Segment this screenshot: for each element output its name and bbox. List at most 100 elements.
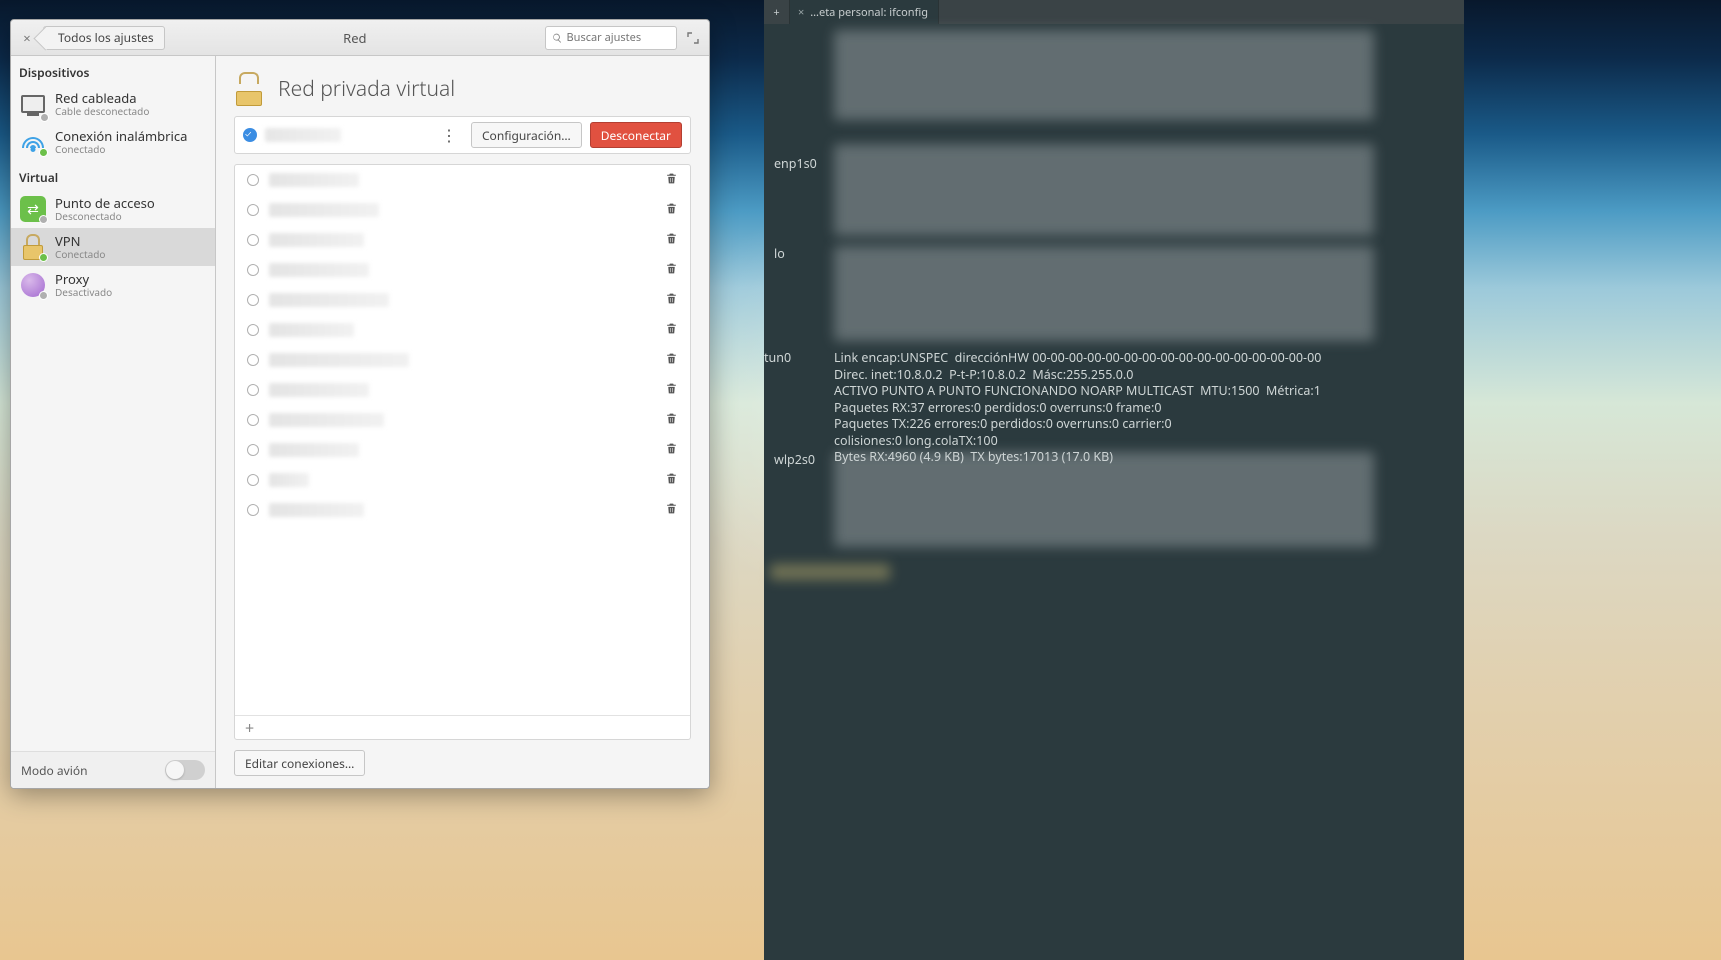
trash-icon[interactable] (665, 319, 678, 341)
connection-list: + (234, 164, 691, 740)
disconnect-button[interactable]: Desconectar (590, 122, 682, 148)
titlebar: × Todos los ajustes Red (11, 20, 709, 56)
radio-icon[interactable] (247, 174, 259, 186)
back-button-label: Todos los ajustes (58, 29, 154, 46)
iface-wlp2s0: wlp2s0 (774, 452, 834, 469)
connection-name (269, 323, 354, 337)
connection-name (269, 383, 369, 397)
trash-icon[interactable] (665, 349, 678, 371)
connection-row[interactable] (235, 345, 690, 375)
connection-row[interactable] (235, 255, 690, 285)
sidebar-item-wifi[interactable]: Conexión inalámbrica Conectado (11, 123, 215, 161)
back-button[interactable]: Todos los ajustes (43, 26, 165, 50)
radio-icon[interactable] (247, 264, 259, 276)
sidebar-header-virtual: Virtual (11, 161, 215, 190)
trash-icon[interactable] (665, 289, 678, 311)
connection-row[interactable] (235, 285, 690, 315)
connection-name (269, 413, 384, 427)
tun0-l5: Paquetes TX:226 errores:0 perdidos:0 ove… (834, 415, 1172, 432)
radio-icon[interactable] (247, 414, 259, 426)
trash-icon[interactable] (665, 499, 678, 521)
terminal-window: + × …eta personal: ifconfig enp1s0 lo tu… (764, 0, 1464, 960)
iface-lo: lo (774, 246, 834, 263)
radio-icon[interactable] (247, 474, 259, 486)
search-input[interactable] (567, 30, 670, 45)
connection-row[interactable] (235, 165, 690, 195)
airplane-mode-label: Modo avión (21, 762, 88, 779)
trash-icon[interactable] (665, 409, 678, 431)
trash-icon[interactable] (665, 379, 678, 401)
search-field[interactable] (545, 26, 677, 50)
kebab-icon[interactable]: ⋮ (441, 124, 457, 146)
connection-name (269, 293, 389, 307)
sidebar-item-sub: Desconectado (55, 211, 155, 223)
radio-icon[interactable] (247, 294, 259, 306)
iface-enp1s0: enp1s0 (774, 156, 834, 173)
terminal-body[interactable]: enp1s0 lo tun0Link encap:UNSPEC direcció… (764, 24, 1464, 960)
wired-icon (19, 90, 47, 118)
terminal-tab-close-icon[interactable]: × (798, 5, 804, 20)
lock-icon (234, 72, 264, 106)
iface-tun0: tun0 (764, 350, 834, 367)
connection-row[interactable] (235, 465, 690, 495)
connection-row[interactable] (235, 315, 690, 345)
sidebar-item-sub: Cable desconectado (55, 106, 149, 118)
terminal-tab-title: …eta personal: ifconfig (810, 5, 928, 20)
sidebar-item-sub: Conectado (55, 144, 187, 156)
connection-row[interactable] (235, 225, 690, 255)
maximize-icon[interactable] (683, 27, 703, 49)
radio-icon[interactable] (247, 324, 259, 336)
search-icon (552, 32, 563, 44)
sidebar-item-vpn[interactable]: VPN Conectado (11, 228, 215, 266)
connection-row[interactable] (235, 435, 690, 465)
active-connection-name (265, 128, 341, 142)
terminal-tabbar: + × …eta personal: ifconfig (764, 0, 1464, 24)
page-title: Red privada virtual (278, 75, 455, 103)
sidebar-item-sub: Conectado (55, 249, 105, 261)
tun0-l2: Direc. inet:10.8.0.2 P-t-P:10.8.0.2 Másc… (834, 366, 1133, 383)
globe-icon (19, 271, 47, 299)
terminal-tab[interactable]: × …eta personal: ifconfig (790, 0, 939, 24)
radio-icon[interactable] (247, 444, 259, 456)
connection-row[interactable] (235, 495, 690, 525)
sidebar-item-wired[interactable]: Red cableada Cable desconectado (11, 85, 215, 123)
hotspot-icon: ⇄ (19, 195, 47, 223)
sidebar: Dispositivos Red cableada Cable desconec… (11, 56, 216, 788)
radio-icon[interactable] (247, 204, 259, 216)
sidebar-item-proxy[interactable]: Proxy Desactivado (11, 266, 215, 304)
trash-icon[interactable] (665, 439, 678, 461)
radio-icon[interactable] (247, 504, 259, 516)
airplane-mode-toggle[interactable] (165, 760, 205, 780)
trash-icon[interactable] (665, 259, 678, 281)
connection-name (269, 233, 364, 247)
connection-name (269, 353, 409, 367)
radio-icon[interactable] (247, 234, 259, 246)
connection-row[interactable] (235, 195, 690, 225)
sidebar-item-sub: Desactivado (55, 287, 112, 299)
configure-button[interactable]: Configuración… (471, 122, 582, 148)
wifi-icon (19, 128, 47, 156)
tun0-l6: colisiones:0 long.colaTX:100 (834, 432, 998, 449)
trash-icon[interactable] (665, 469, 678, 491)
connection-name (269, 443, 359, 457)
airplane-mode-row: Modo avión (11, 751, 215, 788)
radio-icon[interactable] (247, 384, 259, 396)
sidebar-item-hotspot[interactable]: ⇄ Punto de acceso Desconectado (11, 190, 215, 228)
add-connection-button[interactable]: + (235, 715, 690, 739)
terminal-new-tab[interactable]: + (764, 0, 790, 24)
trash-icon[interactable] (665, 199, 678, 221)
active-connection-bar: ⋮ Configuración… Desconectar (234, 116, 691, 154)
sidebar-header-devices: Dispositivos (11, 56, 215, 85)
check-icon (243, 128, 257, 142)
radio-icon[interactable] (247, 354, 259, 366)
trash-icon[interactable] (665, 229, 678, 251)
connection-row[interactable] (235, 375, 690, 405)
connection-row[interactable] (235, 405, 690, 435)
edit-connections-button[interactable]: Editar conexiones… (234, 750, 365, 776)
main-pane: Red privada virtual ⋮ Configuración… Des… (216, 56, 709, 788)
connection-name (269, 473, 309, 487)
connection-name (269, 503, 364, 517)
connection-name (269, 173, 359, 187)
window-title: Red (171, 29, 539, 47)
trash-icon[interactable] (665, 169, 678, 191)
